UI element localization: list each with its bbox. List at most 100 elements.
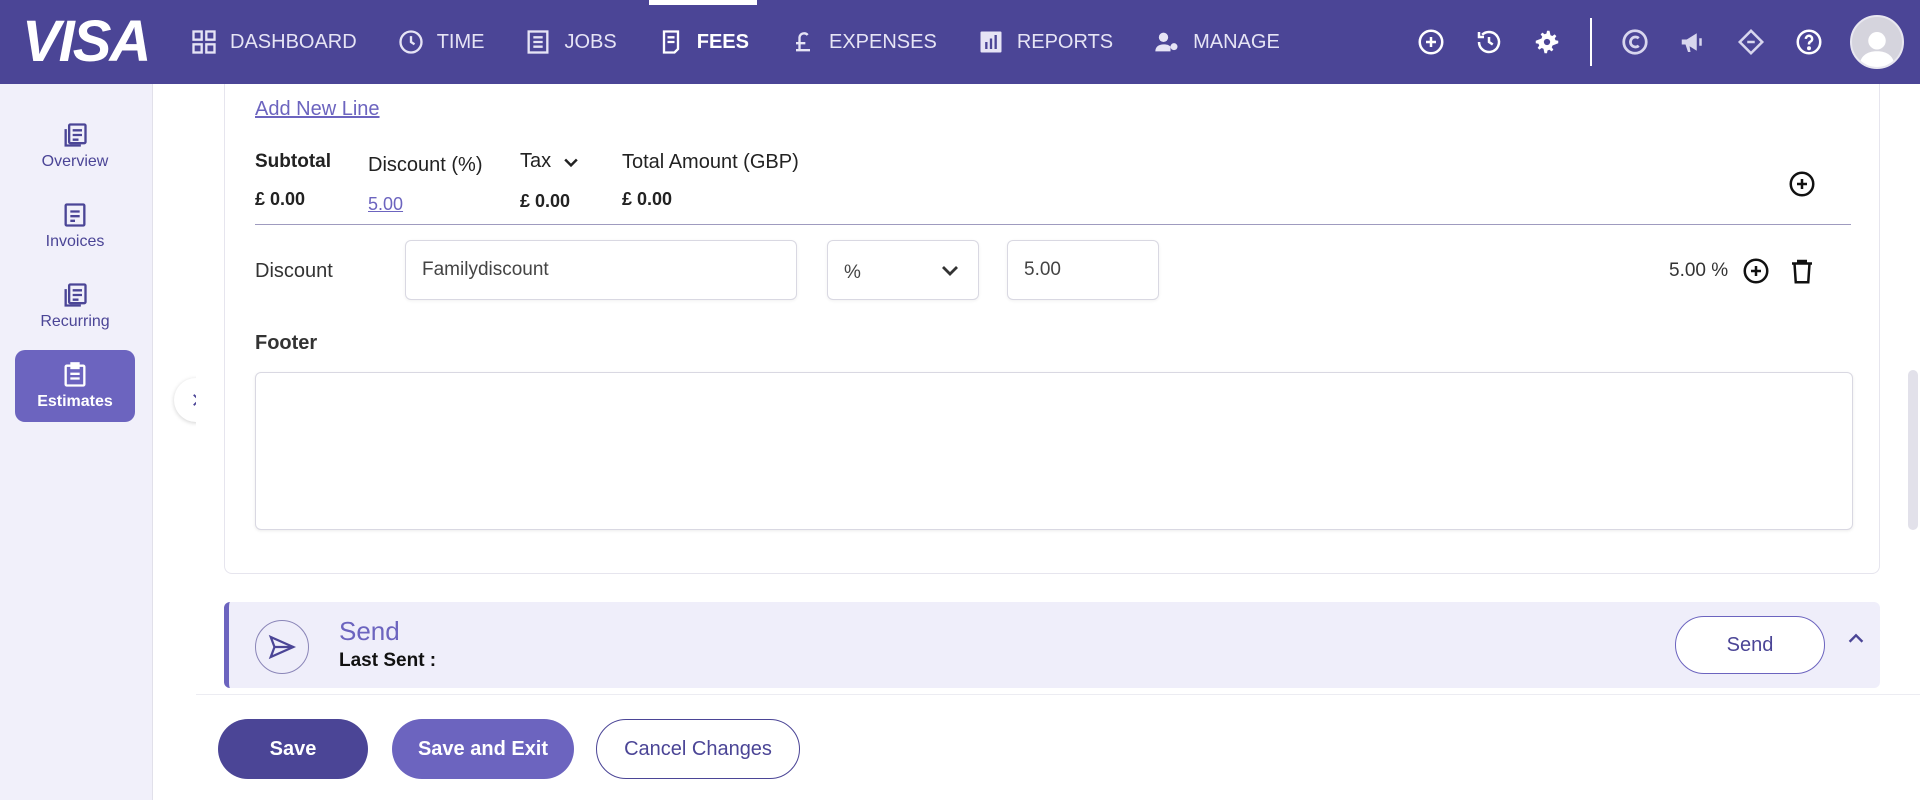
nav-tools xyxy=(1402,0,1920,84)
sidebar-item-label: Overview xyxy=(41,153,109,170)
history-icon xyxy=(1477,30,1501,54)
compliance-button[interactable] xyxy=(1606,0,1664,84)
paper-plane-icon xyxy=(268,634,297,660)
settings-button[interactable] xyxy=(1518,0,1576,84)
footer-label: Footer xyxy=(255,332,318,354)
user-avatar[interactable] xyxy=(1850,15,1904,69)
plus-circle-icon xyxy=(1418,29,1444,55)
sidebar-item-recurring[interactable]: Recurring xyxy=(15,270,135,342)
discount-amount-input[interactable]: 5.00 xyxy=(1007,240,1159,300)
clock-icon xyxy=(399,30,423,54)
main-content: Add New Line Subtotal £ 0.00 Discount (%… xyxy=(196,84,1920,694)
chevron-up-icon xyxy=(1848,633,1864,643)
add-tax-button[interactable] xyxy=(1787,169,1817,204)
footer-textarea[interactable] xyxy=(255,372,1853,530)
nav-label: REPORTS xyxy=(1016,30,1114,53)
nav-expenses[interactable]: EXPENSES xyxy=(769,0,957,84)
top-navbar: VISA DASHBOARD TIME JOBS FEES EXPENSES R… xyxy=(0,0,1920,84)
discount-name-input[interactable]: Familydiscount xyxy=(405,240,797,300)
user-gear-icon xyxy=(1155,32,1178,52)
gear-icon xyxy=(1535,30,1559,54)
nav-jobs[interactable]: JOBS xyxy=(504,0,636,84)
plus-circle-icon xyxy=(1743,258,1769,284)
c-logo-icon xyxy=(1622,29,1648,55)
grid-icon xyxy=(192,30,216,54)
send-button[interactable]: Send xyxy=(1675,616,1825,674)
history-button[interactable] xyxy=(1460,0,1518,84)
diamond-icon xyxy=(1737,28,1765,56)
nav-time[interactable]: TIME xyxy=(377,0,505,84)
discount-percent-label: Discount (%) xyxy=(368,154,483,176)
send-icon-circle xyxy=(255,620,309,674)
add-button[interactable] xyxy=(1402,0,1460,84)
nav-divider xyxy=(1590,18,1592,66)
delete-discount-button[interactable] xyxy=(1787,256,1817,291)
receipt-icon xyxy=(662,30,679,54)
nav-reports[interactable]: REPORTS xyxy=(957,0,1133,84)
megaphone-icon xyxy=(1681,33,1702,52)
page-scrollbar[interactable] xyxy=(1908,370,1918,530)
add-discount-button[interactable] xyxy=(1741,256,1771,291)
nav-fees[interactable]: FEES xyxy=(637,0,769,84)
sidebar-item-label: Recurring xyxy=(40,313,110,330)
sidebar-item-estimates[interactable]: Estimates xyxy=(15,350,135,422)
document-stack-icon xyxy=(64,123,87,147)
help-button[interactable] xyxy=(1780,0,1838,84)
integrations-button[interactable] xyxy=(1722,0,1780,84)
sidebar-item-label: Estimates xyxy=(37,393,113,410)
collapse-send-button[interactable] xyxy=(1845,628,1867,655)
nav-manage[interactable]: MANAGE xyxy=(1133,0,1300,84)
tax-label: Tax xyxy=(520,150,552,172)
tax-value: £ 0.00 xyxy=(520,191,571,211)
subtotal-value: £ 0.00 xyxy=(255,189,306,209)
estimate-form-card: Add New Line Subtotal £ 0.00 Discount (%… xyxy=(224,84,1880,574)
nav-label: JOBS xyxy=(564,30,617,53)
bar-chart-icon xyxy=(980,31,1002,53)
sidebar-item-overview[interactable]: Overview xyxy=(15,110,135,182)
action-bar: Save Save and Exit Cancel Changes xyxy=(196,694,1920,800)
discount-type-value: % xyxy=(844,262,861,283)
user-icon xyxy=(1859,32,1895,67)
discount-percent-value[interactable]: 5.00 xyxy=(368,194,403,215)
pound-icon xyxy=(795,32,810,52)
trash-icon xyxy=(1792,259,1812,284)
nav-label: FEES xyxy=(696,30,749,53)
last-sent-label: Last Sent : xyxy=(339,650,437,671)
brand-logo[interactable]: VISA xyxy=(22,12,151,72)
nav-label: DASHBOARD xyxy=(230,30,357,53)
clipboard-icon xyxy=(64,362,86,387)
sidebar-item-label: Invoices xyxy=(45,233,105,250)
save-and-exit-button[interactable]: Save and Exit xyxy=(392,719,574,779)
nav-label: EXPENSES xyxy=(828,30,937,53)
chevron-down-icon xyxy=(942,266,958,276)
total-amount-value: £ 0.00 xyxy=(622,189,673,209)
send-title: Send xyxy=(339,616,400,646)
cancel-changes-button[interactable]: Cancel Changes xyxy=(596,719,800,779)
add-new-line-link[interactable]: Add New Line xyxy=(255,98,380,121)
tax-dropdown[interactable]: Tax xyxy=(520,150,581,173)
list-icon xyxy=(527,30,549,54)
sidebar-gutter xyxy=(152,84,196,800)
recurring-icon xyxy=(64,283,87,307)
nav-dashboard[interactable]: DASHBOARD xyxy=(170,0,377,84)
announcements-button[interactable] xyxy=(1664,0,1722,84)
main-nav: DASHBOARD TIME JOBS FEES EXPENSES REPORT… xyxy=(170,0,1300,84)
send-panel: Send Last Sent : Send xyxy=(224,602,1880,688)
total-amount-label: Total Amount (GBP) xyxy=(622,151,799,173)
discount-name-value: Familydiscount xyxy=(422,259,549,280)
discount-result: 5.00 % xyxy=(1669,260,1729,281)
chevron-down-icon xyxy=(564,158,578,167)
save-button[interactable]: Save xyxy=(218,719,368,779)
discount-type-select[interactable]: % xyxy=(827,240,979,300)
sidebar-item-invoices[interactable]: Invoices xyxy=(15,190,135,262)
nav-label: TIME xyxy=(436,30,485,53)
help-icon xyxy=(1796,29,1822,55)
totals-divider xyxy=(255,224,1851,225)
discount-row-label: Discount xyxy=(255,260,333,282)
plus-circle-icon xyxy=(1789,171,1815,197)
nav-label: MANAGE xyxy=(1193,30,1280,53)
invoice-icon xyxy=(64,203,86,227)
subtotal-label: Subtotal xyxy=(255,151,331,172)
sidebar: Overview Invoices Recurring Estimates xyxy=(0,84,152,800)
discount-amount-value: 5.00 xyxy=(1024,259,1061,280)
